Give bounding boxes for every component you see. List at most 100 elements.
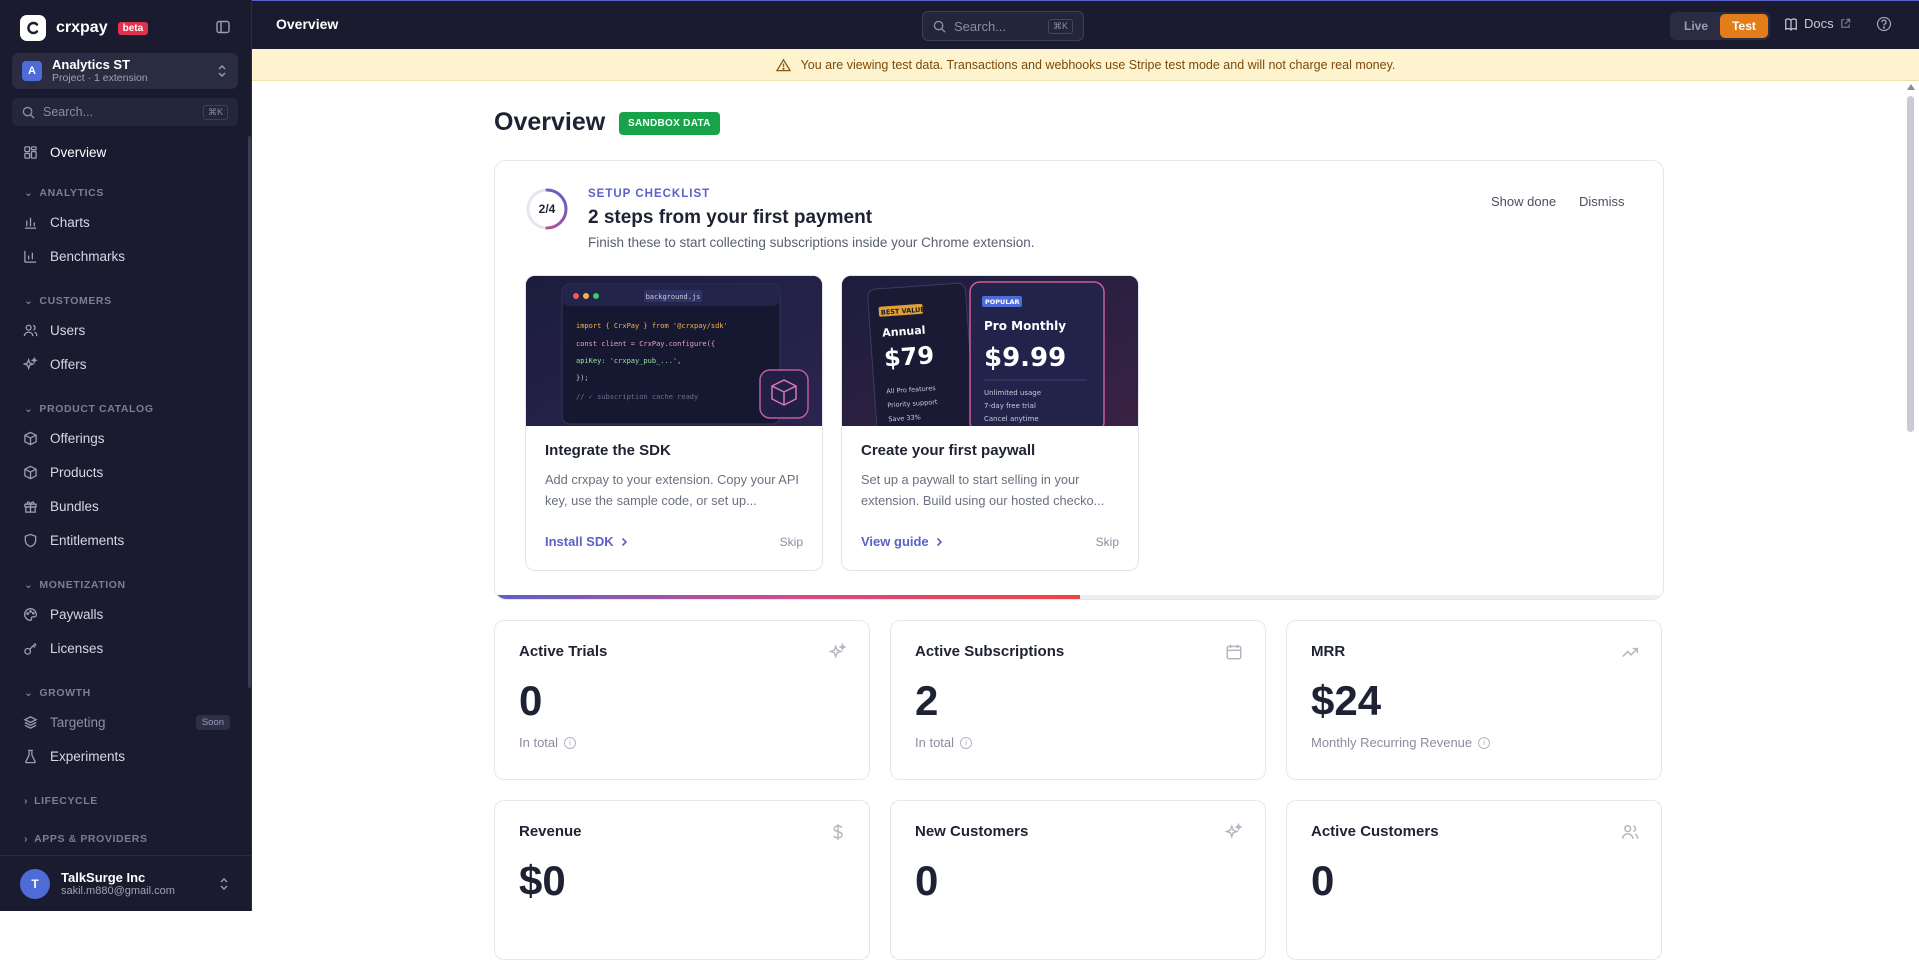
live-mode-button[interactable]: Live	[1672, 14, 1720, 38]
global-search-input[interactable]: Search... ⌘K	[922, 11, 1084, 41]
card-feature: Unlimited usage	[984, 389, 1041, 397]
section-customers[interactable]: ⌄ CUSTOMERS	[24, 295, 112, 307]
stat-title: Active Trials	[519, 643, 608, 660]
stat-note: In total i	[519, 735, 577, 750]
stat-title: New Customers	[915, 823, 1029, 840]
card-badge: POPULAR	[985, 298, 1020, 306]
stat-card-active-subscriptions[interactable]: Active Subscriptions 2 In total i	[890, 620, 1266, 780]
sidebar-item-label: Entitlements	[50, 532, 125, 548]
stat-value: 0	[1311, 857, 1335, 904]
stat-card-active-trials[interactable]: Active Trials 0 In total i	[494, 620, 870, 780]
info-icon[interactable]: i	[960, 736, 973, 749]
project-subtitle: Project · 1 extension	[52, 72, 148, 84]
section-monetization[interactable]: ⌄ MONETIZATION	[24, 579, 126, 591]
step-card-sdk[interactable]: background.js import { CrxPay } from '@c…	[525, 275, 823, 571]
sidebar-item-benchmarks[interactable]: Benchmarks	[12, 241, 238, 271]
dismiss-button[interactable]: Dismiss	[1579, 194, 1625, 209]
stat-note: Monthly Recurring Revenue i	[1311, 735, 1491, 750]
stat-card-active-customers[interactable]: Active Customers 0	[1286, 800, 1662, 960]
sidebar-scrollbar[interactable]	[248, 136, 251, 688]
skip-button[interactable]: Skip	[1096, 535, 1119, 549]
stat-note-text: Monthly Recurring Revenue	[1311, 735, 1473, 750]
section-product-catalog[interactable]: ⌄ PRODUCT CATALOG	[24, 403, 154, 415]
sidebar-item-label: Offers	[50, 356, 87, 372]
brand[interactable]: crxpay beta	[20, 14, 149, 42]
stat-note-text: In total	[915, 735, 955, 750]
checklist-progress-fill	[495, 595, 1080, 599]
flask-icon	[25, 749, 36, 763]
soon-badge: Soon	[195, 714, 230, 730]
trending-up-icon	[1621, 643, 1639, 661]
view-guide-link[interactable]: View guide	[861, 534, 943, 549]
code-filename: background.js	[646, 293, 701, 301]
main-scrollbar[interactable]	[1907, 96, 1914, 432]
sidebar-search-input[interactable]: Search... ⌘K	[12, 98, 238, 126]
skip-button[interactable]: Skip	[780, 535, 803, 549]
step-card-paywall[interactable]: BEST VALUE Annual $79 All Pro features P…	[841, 275, 1139, 571]
global-search-placeholder: Search...	[954, 18, 1007, 34]
show-done-button[interactable]: Show done	[1491, 194, 1556, 209]
card-price: $9.99	[984, 343, 1066, 373]
step-description: Add crxpay to your extension. Copy your …	[545, 472, 799, 508]
sidebar-item-entitlements[interactable]: Entitlements	[12, 525, 238, 555]
mode-toggle[interactable]: Live Test	[1670, 12, 1770, 40]
help-icon[interactable]	[1876, 16, 1892, 32]
sidebar-item-products[interactable]: Products	[12, 457, 238, 487]
section-lifecycle[interactable]: › LIFECYCLE	[24, 795, 98, 807]
sidebar-item-label: Users	[50, 322, 86, 338]
avatar: T	[20, 868, 50, 899]
sidebar-item-targeting[interactable]: Targeting Soon	[12, 707, 238, 737]
install-sdk-link[interactable]: Install SDK	[545, 534, 628, 549]
section-growth[interactable]: ⌄ GROWTH	[24, 687, 91, 699]
sidebar-item-label: Paywalls	[50, 606, 104, 622]
docs-link[interactable]: Docs	[1784, 16, 1851, 31]
user-menu[interactable]: T TalkSurge Inc sakil.m880@gmail.com	[0, 855, 252, 911]
sparkles-icon	[1225, 823, 1243, 841]
info-icon[interactable]: i	[564, 736, 577, 749]
project-switcher[interactable]: A Analytics ST Project · 1 extension	[12, 53, 238, 89]
stat-card-new-customers[interactable]: New Customers 0	[890, 800, 1266, 960]
brand-name: crxpay	[56, 19, 108, 36]
sidebar-item-experiments[interactable]: Experiments	[12, 741, 238, 771]
sidebar-item-offerings[interactable]: Offerings	[12, 423, 238, 453]
card-price: $79	[883, 341, 935, 372]
sidebar-item-charts[interactable]: Charts	[12, 207, 238, 237]
shield-icon	[24, 533, 37, 547]
stat-card-revenue[interactable]: Revenue $0	[494, 800, 870, 960]
sdk-illustration: background.js import { CrxPay } from '@c…	[526, 276, 822, 426]
sidebar-item-offers[interactable]: Offers	[12, 349, 238, 379]
chevron-right-icon: ›	[24, 833, 29, 845]
info-icon[interactable]: i	[1478, 736, 1491, 749]
stat-card-mrr[interactable]: MRR $24 Monthly Recurring Revenue i	[1286, 620, 1662, 780]
sidebar-item-overview[interactable]: Overview	[12, 137, 238, 167]
sidebar-toggle-icon[interactable]	[215, 19, 233, 37]
topbar-title: Overview	[276, 16, 339, 32]
box-icon	[24, 465, 37, 479]
crxpay-logo-icon	[20, 15, 46, 41]
chevron-right-icon	[620, 537, 628, 547]
section-analytics[interactable]: ⌄ ANALYTICS	[24, 187, 104, 199]
test-mode-banner: You are viewing test data. Transactions …	[252, 49, 1919, 81]
stat-title: Active Subscriptions	[915, 643, 1065, 660]
checklist-subtitle: Finish these to start collecting subscri…	[588, 235, 1035, 250]
stat-value: 0	[915, 857, 939, 904]
docs-label: Docs	[1804, 16, 1834, 31]
users-icon	[1621, 823, 1639, 841]
progress-label: 2/4	[538, 202, 556, 216]
test-mode-button[interactable]: Test	[1720, 14, 1768, 38]
sidebar-item-label: Experiments	[50, 748, 126, 764]
page-title: Overview	[494, 108, 606, 136]
chevron-down-icon: ⌄	[24, 579, 34, 591]
beta-badge: beta	[117, 21, 149, 35]
sidebar-item-paywalls[interactable]: Paywalls	[12, 599, 238, 629]
card-plan: Pro Monthly	[984, 319, 1066, 333]
external-link-icon	[1840, 18, 1850, 28]
sidebar-item-licenses[interactable]: Licenses	[12, 633, 238, 663]
section-apps-providers[interactable]: › APPS & PROVIDERS	[24, 833, 148, 845]
chevron-right-icon: ›	[24, 795, 29, 807]
scroll-up-arrow[interactable]	[1907, 84, 1915, 90]
sidebar-item-bundles[interactable]: Bundles	[12, 491, 238, 521]
users-icon	[23, 324, 38, 336]
sidebar-item-users[interactable]: Users	[12, 315, 238, 345]
card-feature: Cancel anytime	[984, 415, 1039, 423]
